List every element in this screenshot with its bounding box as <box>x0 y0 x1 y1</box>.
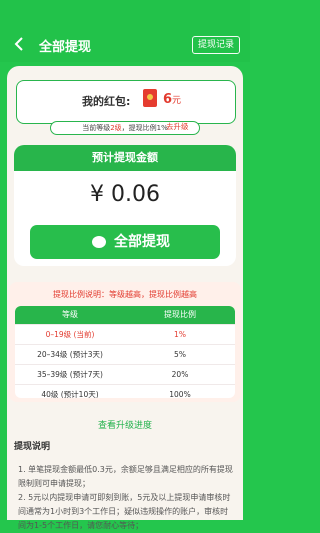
red-packet-amount-value: 6 <box>163 92 173 107</box>
ratio-table-header: 等级 提现比例 <box>15 306 235 324</box>
ratio-row-level: 0–19级 (当前) <box>45 330 95 339</box>
ratio-row-ratio: 20% <box>171 370 189 379</box>
red-packet-amount: 6元 <box>163 92 181 107</box>
back-icon[interactable] <box>14 37 24 51</box>
ratio-row: 35–39级 (预计7天) 20% <box>15 364 235 384</box>
red-envelope-icon <box>143 89 157 107</box>
ratio-row-ratio: 5% <box>174 350 186 359</box>
withdraw-record-button[interactable]: 提现记录 <box>191 36 240 54</box>
expected-withdraw-amount: ¥ 0.06 <box>90 182 160 207</box>
rate-text: ，提现比例1% <box>121 124 168 132</box>
ratio-row-level: 35–39级 (预计7天) <box>37 370 103 379</box>
expected-withdraw-card: 预计提现金额 ¥ 0.06 全部提现 <box>14 145 236 266</box>
ratio-row: 40级 (预计10天) 100% <box>15 384 235 398</box>
instructions-title: 提现说明 <box>14 442 51 452</box>
level-prefix: 当前等级 <box>82 124 111 132</box>
red-packet-label: 我的红包: <box>82 95 131 108</box>
ratio-table: 等级 提现比例 0–19级 (当前) 1% 20–34级 (预计3天) 5% 3… <box>15 306 235 398</box>
ratio-note: 提现比例说明：等级越高，提现比例越高 <box>53 290 197 299</box>
withdraw-all-label: 全部提现 <box>114 234 170 250</box>
red-packet-unit: 元 <box>172 96 182 106</box>
expected-withdraw-heading: 预计提现金额 <box>14 145 236 171</box>
page-title: 全部提现 <box>39 40 92 55</box>
instruction-line: 2. 5元以内提现申请可即刻到账，5元及以上提现申请审核时间通常为1小时到3个工… <box>18 493 231 530</box>
ratio-row-ratio: 1% <box>174 330 186 339</box>
view-upgrade-progress-link[interactable]: 查看升级进度 <box>0 418 250 431</box>
ratio-row-ratio: 100% <box>169 390 191 398</box>
ratio-row-level: 40级 (预计10天) <box>41 390 99 398</box>
instruction-line: 1. 单笔提现金额最低0.3元，余额足够且满足相应的所有提现限制则可申请提现； <box>18 465 233 488</box>
go-upgrade-link[interactable]: 去升级 <box>166 121 189 133</box>
wechat-icon <box>92 236 106 248</box>
ratio-row-level: 20–34级 (预计3天) <box>37 350 103 359</box>
instructions-text: 1. 单笔提现金额最低0.3元，余额足够且满足相应的所有提现限制则可申请提现； … <box>18 463 233 533</box>
level-value: 2级 <box>110 124 122 132</box>
ratio-header-ratio: 提现比例 <box>164 310 196 319</box>
ratio-header-level: 等级 <box>62 310 78 319</box>
withdraw-all-button[interactable]: 全部提现 <box>30 225 220 259</box>
ratio-row: 20–34级 (预计3天) 5% <box>15 344 235 364</box>
ratio-row: 0–19级 (当前) 1% <box>15 324 235 344</box>
